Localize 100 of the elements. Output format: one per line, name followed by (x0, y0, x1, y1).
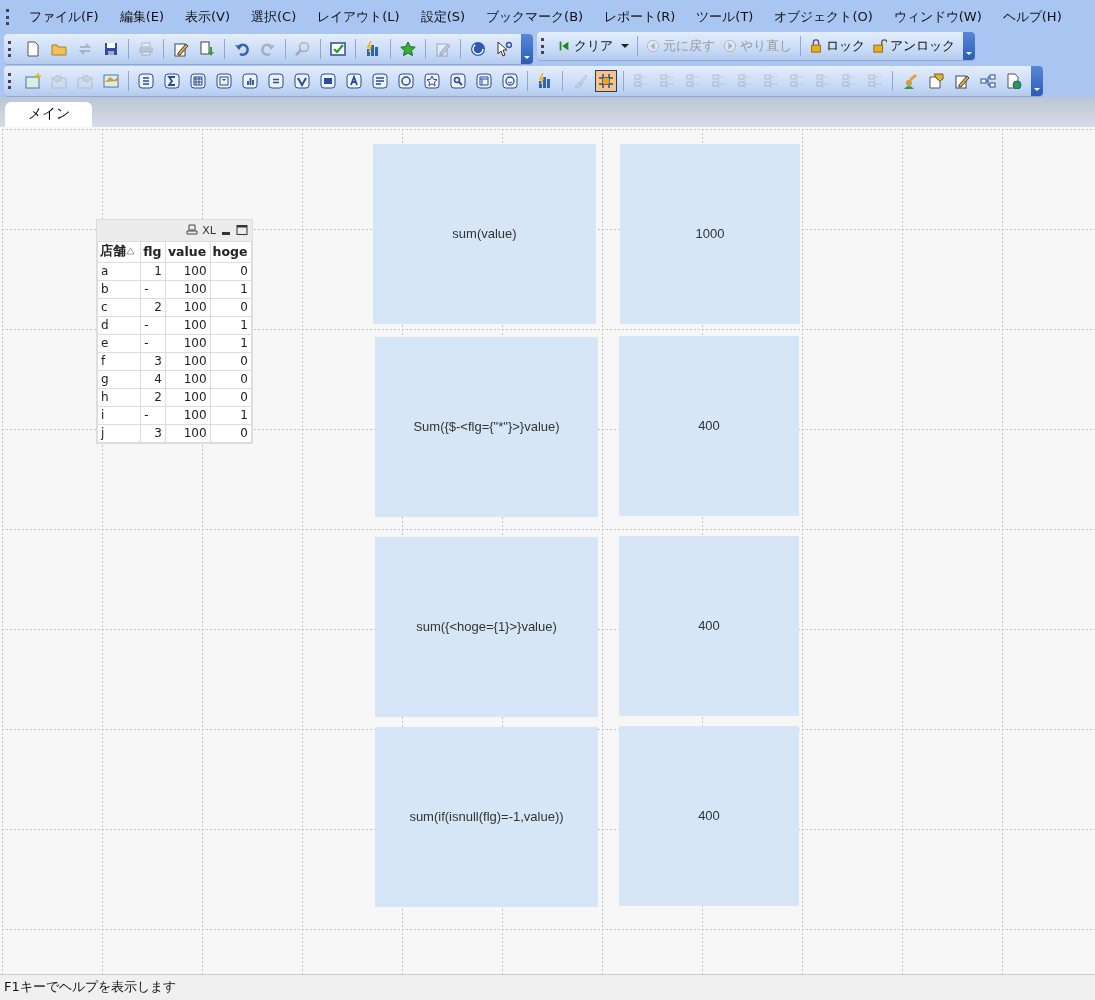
table-cell: a (97, 262, 141, 281)
menu-item[interactable]: ツール(T) (685, 8, 764, 27)
expression-text-box: sum(if(isnull(flg)=-1,value)) (375, 727, 598, 907)
table-cell: - (140, 316, 166, 335)
list-icon[interactable] (136, 70, 156, 91)
table-cell: 1 (210, 280, 252, 299)
expression-text-box: sum({<hoge={1}>}value) (375, 537, 598, 717)
table-cell: 100 (165, 298, 211, 317)
table-cell: e (97, 334, 141, 353)
table-cell: - (140, 334, 166, 353)
menu-item[interactable]: ウィンドウ(W) (882, 8, 992, 27)
pointer-icon[interactable] (494, 39, 514, 60)
table-cell: - (140, 280, 166, 299)
gripper-icon[interactable] (8, 72, 14, 89)
menu-item[interactable]: 表示(V) (174, 8, 241, 27)
column-header[interactable]: hoge (210, 241, 252, 263)
bar-chart-icon[interactable] (240, 70, 260, 91)
gripper-icon[interactable] (6, 9, 12, 26)
overflow-button[interactable] (1031, 65, 1043, 96)
menu-item[interactable]: ファイル(F) (18, 8, 109, 27)
status-text: F1キーでヘルプを表示します (4, 978, 176, 997)
result-text-box: 1000 (620, 144, 800, 324)
lock-icon (809, 39, 823, 54)
overflow-button[interactable] (963, 32, 975, 61)
gripper-icon[interactable] (8, 41, 14, 58)
menu-item[interactable]: 選択(C) (240, 8, 307, 27)
table-cell: 3 (140, 424, 166, 443)
form-icon[interactable] (214, 70, 234, 91)
table-cell: 0 (210, 370, 252, 389)
menu-item[interactable]: 設定(S) (409, 8, 476, 27)
column-header[interactable]: 店舗 (97, 241, 141, 263)
search-icon[interactable] (448, 70, 468, 91)
table-cell: 1 (210, 334, 252, 353)
table-cell: 1 (210, 406, 252, 425)
overflow-button[interactable] (521, 34, 533, 65)
gripper-icon[interactable] (541, 38, 547, 55)
maximize-icon[interactable] (236, 224, 248, 237)
menu-item[interactable]: オブジェクト(O) (763, 8, 883, 27)
table-cell: 3 (140, 352, 166, 371)
forward-icon (723, 39, 737, 54)
table-cell: f (97, 352, 141, 371)
table-cell: 2 (140, 298, 166, 317)
table-cell: 100 (165, 334, 211, 353)
lines-icon[interactable] (370, 70, 390, 91)
table-cell: 4 (140, 370, 166, 389)
table-cell: 100 (165, 424, 211, 443)
panel-icon[interactable] (474, 70, 494, 91)
table-cell: 100 (165, 262, 211, 281)
menu-item[interactable]: レポート(R) (593, 8, 686, 27)
smiley-icon[interactable] (500, 70, 520, 91)
result-text-box: 400 (619, 336, 799, 516)
table-cell: 100 (165, 388, 211, 407)
equals-icon[interactable] (266, 70, 286, 91)
new-sheet-icon[interactable] (23, 70, 43, 91)
table-cell: 100 (165, 352, 211, 371)
table-cell: 2 (140, 388, 166, 407)
menu-item[interactable]: レイアウト(L) (306, 8, 410, 27)
sheet-tab[interactable]: メイン (5, 102, 92, 127)
toolbar-button[interactable]: クリア (553, 37, 633, 56)
table-cell: 0 (210, 298, 252, 317)
table-cell: b (97, 280, 141, 299)
table-cell: h (97, 388, 141, 407)
table-cell: 100 (165, 406, 211, 425)
table-cell: 1 (210, 316, 252, 335)
printer-icon[interactable] (186, 224, 199, 237)
table-cell: c (97, 298, 141, 317)
table-cell: - (140, 406, 166, 425)
back-icon (646, 39, 660, 54)
expression-text-box: sum(value) (373, 144, 596, 324)
table-cell: 0 (210, 388, 252, 407)
toolbar-button[interactable]: ロック (805, 37, 869, 56)
table-cell: 0 (210, 262, 252, 281)
table-cell: 1 (140, 262, 166, 281)
table-icon[interactable] (188, 70, 208, 91)
table-cell: 100 (165, 280, 211, 299)
unlock-icon (873, 39, 887, 54)
menu-item[interactable]: ヘルプ(H) (991, 8, 1072, 27)
expression-text-box: Sum({$-<flg={"*"}>}value) (375, 337, 598, 517)
toolbar-button[interactable]: アンロック (869, 37, 959, 56)
caret-icon (621, 44, 629, 49)
table-cell: g (97, 370, 141, 389)
document-globe-icon[interactable] (1004, 70, 1024, 91)
column-header[interactable]: flg (140, 241, 166, 263)
menu-item[interactable]: ブックマーク(B) (475, 8, 594, 27)
table-cell: 0 (210, 352, 252, 371)
table-cell: j (97, 424, 141, 443)
sort-icon (126, 246, 135, 256)
note-icon[interactable] (926, 70, 946, 91)
menu-item[interactable]: 編集(E) (108, 8, 174, 27)
result-text-box: 400 (619, 726, 799, 906)
export-button[interactable]: XL (202, 224, 216, 237)
column-header[interactable]: value (165, 241, 211, 263)
table-cell: 100 (165, 316, 211, 335)
table-cell: 100 (165, 370, 211, 389)
window-icon[interactable] (318, 70, 338, 91)
table-cell: i (97, 406, 141, 425)
table-cell: 0 (210, 424, 252, 443)
result-text-box: 400 (619, 536, 799, 716)
table-cell: d (97, 316, 141, 335)
grid-icon[interactable] (596, 70, 616, 91)
